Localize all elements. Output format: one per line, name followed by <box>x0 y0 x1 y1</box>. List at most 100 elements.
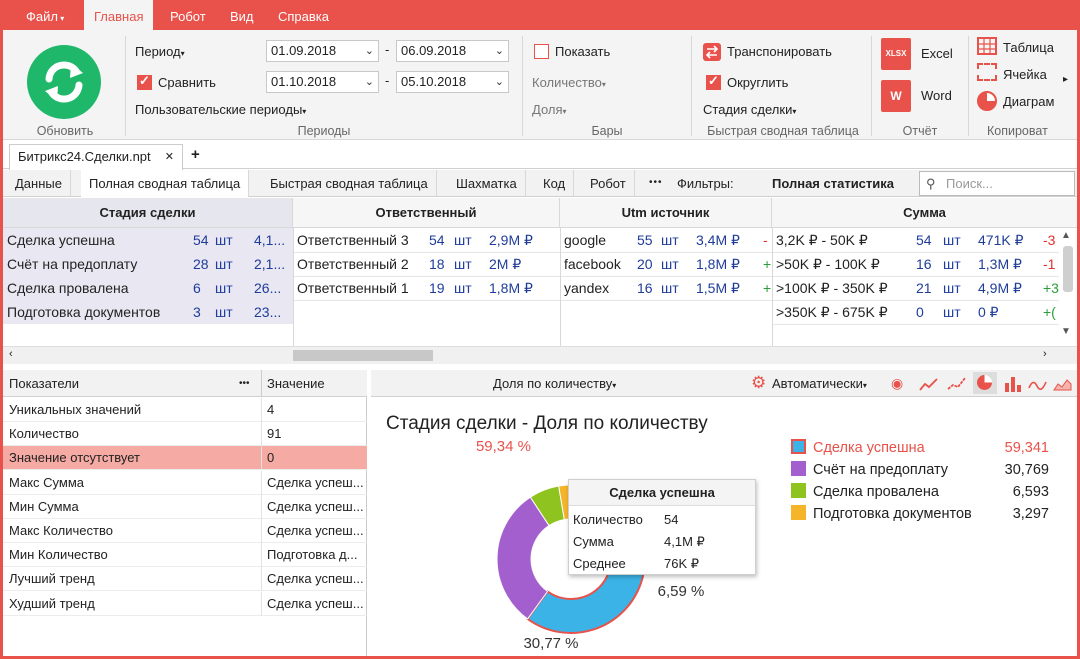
period2-from-input[interactable]: 01.10.2018 ⌄ <box>266 71 379 93</box>
stage-row-unit: шт <box>215 304 233 320</box>
indicator-row[interactable]: Уникальных значений 4 <box>3 398 367 422</box>
gear-icon[interactable]: ⚙ <box>751 373 766 393</box>
copy-cell-button[interactable]: Ячейка <box>1003 67 1047 82</box>
responsible-row-sum: 2М ₽ <box>489 256 522 272</box>
stage-row-name[interactable]: Сделка успешна <box>7 228 193 252</box>
refresh-button[interactable] <box>27 45 101 119</box>
sum-row-range[interactable]: 3,2K ₽ - 50K ₽ <box>776 228 916 252</box>
scroll-up-icon[interactable]: ▲ <box>1061 230 1071 241</box>
round-checkbox[interactable] <box>706 73 721 90</box>
sum-row-range[interactable]: >350K ₽ - 675K ₽ <box>776 300 916 324</box>
tab-full-pivot[interactable]: Полная сводная таблица <box>81 170 250 197</box>
stage-row-count: 6 <box>193 280 201 296</box>
indicator-row[interactable]: Мин Количество Подготовка д... <box>3 543 367 568</box>
stage-row-name[interactable]: Счёт на предоплату <box>7 252 193 276</box>
share-dropdown[interactable]: Доля▾ <box>532 102 567 117</box>
utm-row-name[interactable]: yandex <box>564 276 634 300</box>
stage-row-count: 28 <box>193 256 209 272</box>
period-dropdown[interactable]: Период▾ <box>135 44 185 59</box>
stage-row-unit: шт <box>215 280 233 296</box>
search-input[interactable]: ⚲ Поиск... <box>919 171 1075 196</box>
show-checkbox[interactable] <box>534 44 549 59</box>
indicator-row[interactable]: Макс Количество Сделка успеш... <box>3 519 367 543</box>
indicator-row[interactable]: Значение отсутствует 0 <box>3 446 367 471</box>
tab-chess[interactable]: Шахматка <box>448 170 526 197</box>
excel-button[interactable]: Excel <box>921 46 953 61</box>
more-dots-icon[interactable]: ••• <box>649 177 663 188</box>
custom-periods-dropdown[interactable]: Пользовательские периоды▾ <box>135 102 306 117</box>
compare-checkbox[interactable] <box>137 73 152 90</box>
legend-item[interactable]: Сделка провалена 6,593 <box>791 481 1057 503</box>
responsible-row-name[interactable]: Ответственный 1 <box>297 276 423 300</box>
utm-row-unit: шт <box>661 232 679 248</box>
word-button[interactable]: Word <box>921 88 952 103</box>
indicator-row[interactable]: Мин Сумма Сделка успеш... <box>3 494 367 519</box>
transpose-button[interactable]: Транспонировать <box>727 44 832 59</box>
scroll-right-icon[interactable]: › <box>1043 348 1047 360</box>
indicator-value: Сделка успеш... <box>267 474 364 490</box>
stage-row-name[interactable]: Сделка провалена <box>7 276 193 300</box>
full-stats-label[interactable]: Полная статистика <box>772 176 894 191</box>
indicator-row[interactable]: Макс Сумма Сделка успеш... <box>3 470 367 495</box>
deal-stage-dropdown[interactable]: Стадия сделки▾ <box>703 102 796 117</box>
copy-diagram-button[interactable]: Диаграм <box>1003 94 1054 109</box>
indicator-row[interactable]: Худший тренд Сделка успеш... <box>3 591 367 616</box>
tab-quick-pivot[interactable]: Быстрая сводная таблица <box>262 170 437 197</box>
wave-chart-icon[interactable] <box>1028 376 1048 392</box>
scroll-left-icon[interactable]: ‹ <box>9 348 13 360</box>
value-column-header[interactable]: Значение <box>267 370 325 397</box>
vertical-scrollbar-thumb[interactable] <box>1063 246 1073 292</box>
line-chart-icon[interactable] <box>919 376 939 392</box>
col-sep <box>772 228 773 346</box>
tooltip-row-label: Сумма <box>573 534 614 549</box>
sum-row-range[interactable]: >100K ₽ - 350K ₽ <box>776 276 916 300</box>
grid-header-utm[interactable]: Utm источник <box>560 198 772 228</box>
indicator-name: Мин Сумма <box>9 498 79 514</box>
grid-header-sum[interactable]: Сумма <box>772 198 1077 228</box>
indicator-row[interactable]: Лучший тренд Сделка успеш... <box>3 567 367 592</box>
indicator-row[interactable]: Количество 91 <box>3 422 367 447</box>
utm-row-name[interactable]: google <box>564 228 634 252</box>
utm-row-name[interactable]: facebook <box>564 252 634 276</box>
sum-row-range[interactable]: >50K ₽ - 100K ₽ <box>776 252 916 276</box>
period1-to-input[interactable]: 06.09.2018 ⌄ <box>396 40 509 62</box>
period1-from-input[interactable]: 01.09.2018 ⌄ <box>266 40 379 62</box>
sum-row-delta: -3 <box>1043 232 1056 248</box>
pie-slice-1[interactable] <box>496 496 550 620</box>
copy-table-button[interactable]: Таблица <box>1003 40 1054 55</box>
chart-mode-dropdown[interactable]: Доля по количеству▾ <box>493 376 616 391</box>
utm-row-unit: шт <box>661 280 679 296</box>
period2-to-input[interactable]: 05.10.2018 ⌄ <box>396 71 509 93</box>
more-dots-icon[interactable]: ••• <box>239 370 250 397</box>
add-tab-button[interactable]: + <box>191 146 200 163</box>
indicator-name: Лучший тренд <box>9 571 95 587</box>
responsible-row-name[interactable]: Ответственный 3 <box>297 228 423 252</box>
periods-group-label: Периоды <box>297 124 351 138</box>
sum-row-count: 16 <box>916 256 932 272</box>
tab-robot-view[interactable]: Робот <box>582 170 635 197</box>
ribbon-scroll-right-icon[interactable]: ▸ <box>1063 74 1068 85</box>
legend-item[interactable]: Сделка успешна 59,341 <box>791 437 1057 459</box>
eye-icon[interactable]: ◉ <box>891 375 903 392</box>
indicators-column-header[interactable]: Показатели <box>9 370 79 397</box>
stage-row-name[interactable]: Подготовка документов <box>7 300 193 324</box>
horizontal-scrollbar-thumb[interactable] <box>293 350 433 361</box>
legend-item[interactable]: Подготовка документов 3,297 <box>791 503 1057 525</box>
trend-chart-icon[interactable] <box>947 376 967 392</box>
tab-code[interactable]: Код <box>535 170 575 197</box>
close-icon[interactable]: ✕ <box>165 145 174 169</box>
document-tab[interactable]: Битрикс24.Сделки.npt ✕ <box>9 144 183 170</box>
area-chart-icon[interactable] <box>1053 376 1073 392</box>
legend-label: Сделка провалена <box>813 484 939 500</box>
bar-chart-icon[interactable] <box>1004 375 1022 393</box>
grid-header-responsible[interactable]: Ответственный <box>293 198 560 228</box>
horizontal-scrollbar[interactable]: ‹ › <box>3 346 1077 364</box>
scroll-down-icon[interactable]: ▼ <box>1061 326 1071 337</box>
responsible-row-name[interactable]: Ответственный 2 <box>297 252 423 276</box>
grid-header-stage[interactable]: Стадия сделки <box>3 198 293 228</box>
utm-row-count: 20 <box>637 256 653 272</box>
auto-dropdown[interactable]: Автоматически▾ <box>772 376 867 391</box>
quantity-dropdown[interactable]: Количество▾ <box>532 75 606 90</box>
tab-data[interactable]: Данные <box>7 170 71 197</box>
legend-item[interactable]: Счёт на предоплату 30,769 <box>791 459 1057 481</box>
